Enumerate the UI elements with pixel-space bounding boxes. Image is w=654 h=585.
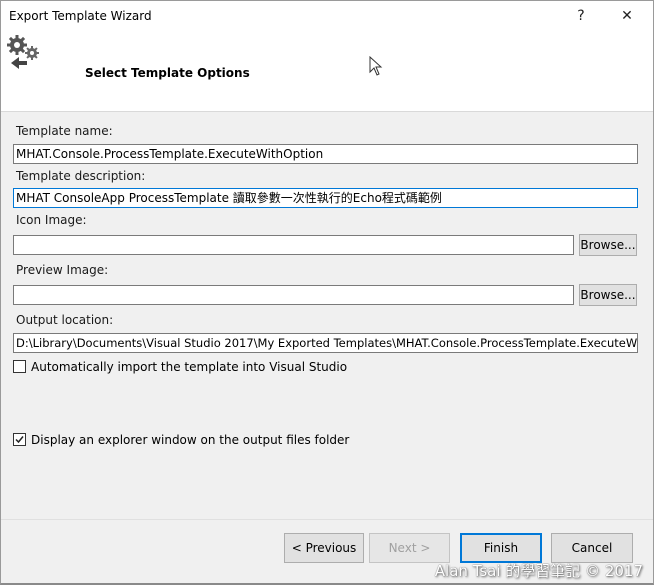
auto-import-label: Automatically import the template into V…: [31, 360, 348, 374]
icon-image-label: Icon Image:: [16, 213, 87, 227]
output-location-input[interactable]: D:\Library\Documents\Visual Studio 2017\…: [13, 333, 638, 353]
preview-image-label: Preview Image:: [16, 263, 109, 277]
wizard-header: Select Template Options: [1, 31, 653, 112]
auto-import-checkbox[interactable]: [13, 360, 26, 373]
display-explorer-label: Display an explorer window on the output…: [31, 433, 350, 447]
template-name-label: Template name:: [16, 124, 113, 138]
watermark: Alan Tsai 的學習筆記 © 2017: [434, 562, 643, 580]
export-template-wizard-window: Export Template Wizard ? ✕ Select Templa…: [0, 0, 654, 585]
gears-export-icon: [5, 33, 45, 76]
checkmark-icon: [15, 436, 24, 444]
footer-divider: [1, 519, 653, 520]
window-title: Export Template Wizard: [9, 9, 152, 23]
auto-import-row[interactable]: Automatically import the template into V…: [13, 360, 347, 374]
preview-browse-button[interactable]: Browse...: [579, 284, 637, 306]
cancel-button[interactable]: Cancel: [551, 533, 633, 563]
template-description-input[interactable]: MHAT ConsoleApp ProcessTemplate 讀取參數一次性執…: [13, 188, 638, 208]
previous-button[interactable]: < Previous: [284, 533, 364, 563]
output-location-label: Output location:: [16, 313, 114, 327]
icon-browse-button[interactable]: Browse...: [579, 234, 637, 256]
display-explorer-row[interactable]: Display an explorer window on the output…: [13, 433, 349, 447]
display-explorer-checkbox[interactable]: [13, 433, 26, 446]
icon-image-input[interactable]: [13, 235, 574, 255]
next-button[interactable]: Next >: [369, 533, 450, 563]
finish-button[interactable]: Finish: [460, 533, 542, 563]
title-bar: Export Template Wizard ? ✕: [1, 1, 653, 31]
help-button[interactable]: ?: [569, 5, 593, 27]
close-button[interactable]: ✕: [615, 5, 639, 27]
template-description-label: Template description:: [16, 169, 146, 183]
mouse-cursor-icon: [369, 55, 383, 79]
page-title: Select Template Options: [85, 66, 250, 80]
preview-image-input[interactable]: [13, 285, 574, 305]
template-name-input[interactable]: MHAT.Console.ProcessTemplate.ExecuteWith…: [13, 144, 638, 164]
